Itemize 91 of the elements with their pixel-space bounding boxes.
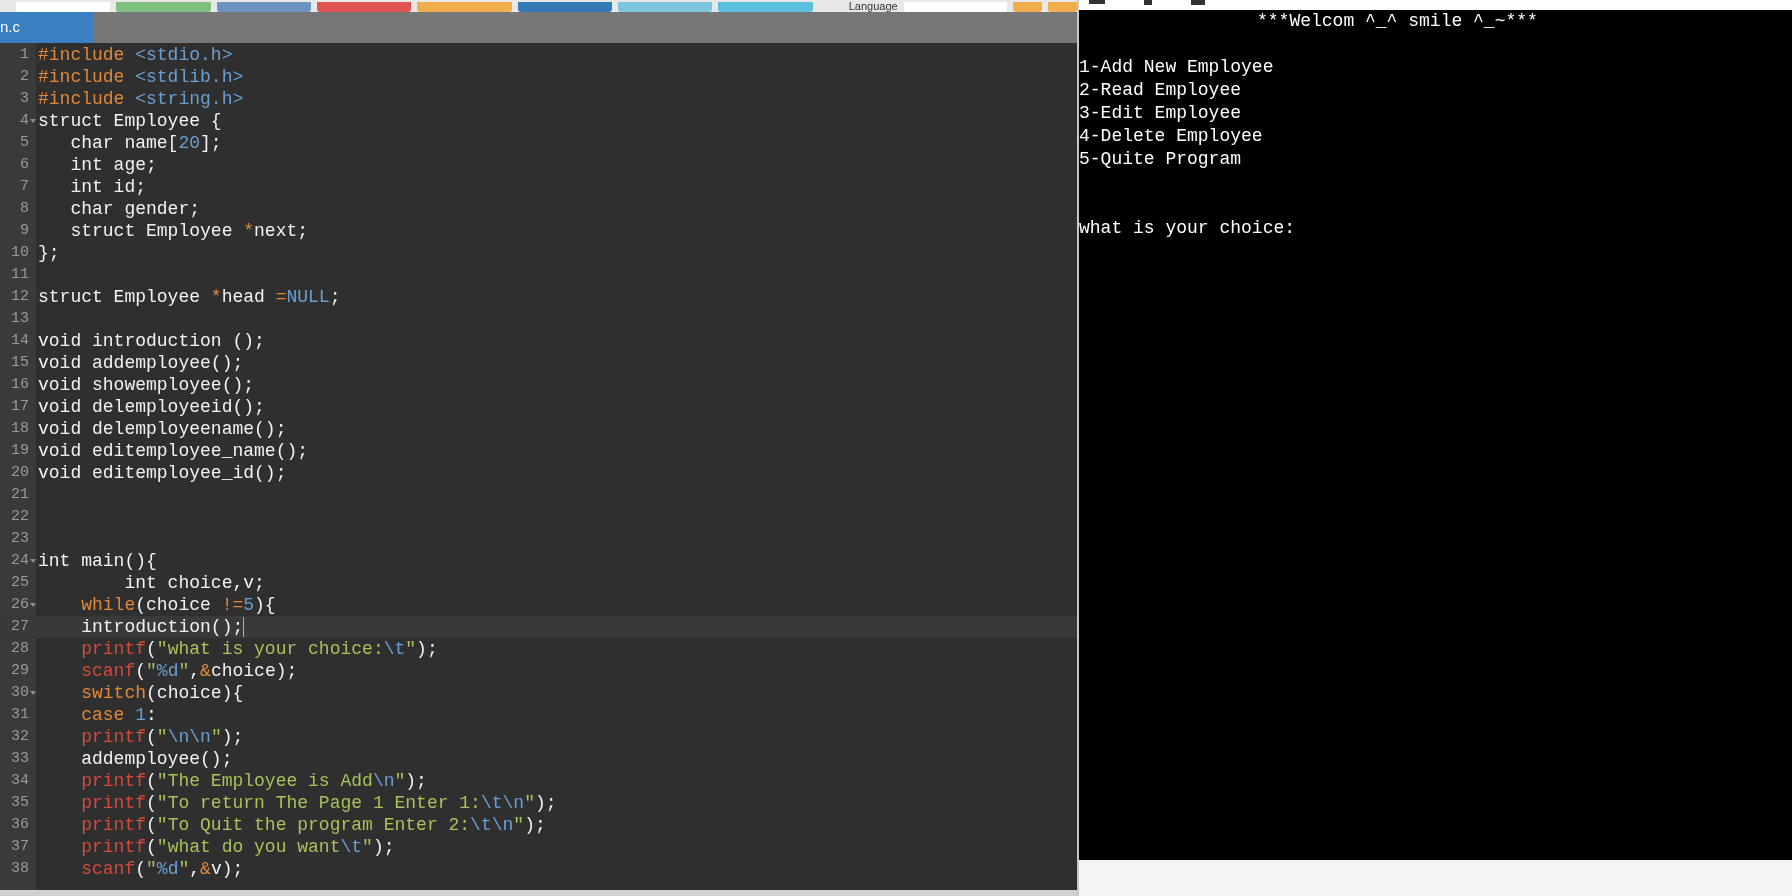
code-line: struct Employee *next;	[69, 220, 309, 242]
line-number: 29	[11, 661, 29, 681]
code-line: printf("\n\n");	[80, 726, 244, 748]
toolbar-button[interactable]	[216, 2, 312, 12]
code-line: #include <stdlib.h>	[37, 66, 244, 88]
language-select[interactable]	[903, 2, 1007, 12]
code-line: void delemployeeid();	[37, 396, 265, 418]
line-number: 14	[11, 331, 29, 351]
line-number: 6	[20, 155, 29, 175]
code-line: #include <string.h>	[37, 88, 244, 110]
line-number: 1	[20, 45, 29, 65]
code-line: void delemployeename();	[37, 418, 287, 440]
code-line: struct Employee {	[37, 110, 222, 132]
line-number: 17	[11, 397, 29, 417]
line-number: 35	[11, 793, 29, 813]
code-line: void addemployee();	[37, 352, 244, 374]
line-number: 20	[11, 463, 29, 483]
line-number: 34	[11, 771, 29, 791]
line-number: 3	[20, 89, 29, 109]
line-number: 38	[11, 859, 29, 879]
text-cursor	[243, 617, 245, 637]
line-number: 13	[11, 309, 29, 329]
code-line: int main(){	[37, 550, 157, 572]
line-number: 21	[11, 485, 29, 505]
line-number: 23	[11, 529, 29, 549]
code-line: struct Employee *head =NULL;	[37, 286, 341, 308]
line-number: 8	[20, 199, 29, 219]
line-number: 32	[11, 727, 29, 747]
console-menu-line: 4-Delete Employee	[1079, 125, 1264, 148]
console-menu-line: 5-Quite Program	[1079, 148, 1243, 171]
fold-arrow-icon[interactable]	[30, 691, 36, 695]
line-number: 5	[20, 133, 29, 153]
code-line: while(choice !=5){	[80, 594, 276, 616]
code-line: scanf("%d",&v);	[80, 858, 244, 880]
code-line: int id;	[69, 176, 147, 198]
line-number: 12	[11, 287, 29, 307]
fold-arrow-icon[interactable]	[30, 119, 36, 123]
line-number: 27	[11, 617, 29, 637]
code-line: printf("what is your choice:\t");	[80, 638, 438, 660]
line-number: 28	[11, 639, 29, 659]
code-line: printf("To return The Page 1 Enter 1:\t\n");	[80, 792, 557, 814]
console-menu-line: 3-Edit Employee	[1079, 102, 1243, 125]
line-number: 37	[11, 837, 29, 857]
code-line: int age;	[69, 154, 157, 176]
line-number: 2	[20, 67, 29, 87]
line-number: 7	[20, 177, 29, 197]
code-line: printf("To Quit the program Enter 2:\t\n");	[80, 814, 546, 836]
code-line: char name[20];	[69, 132, 222, 154]
code-line: introduction();	[80, 616, 244, 638]
line-number: 33	[11, 749, 29, 769]
code-line: printf("The Employee is Add\n");	[80, 770, 427, 792]
line-number: 22	[11, 507, 29, 527]
line-number: 16	[11, 375, 29, 395]
line-number: 26	[11, 595, 29, 615]
line-number: 25	[11, 573, 29, 593]
fold-arrow-icon[interactable]	[30, 603, 36, 607]
code-line: };	[37, 242, 60, 264]
line-number: 36	[11, 815, 29, 835]
code-line: #include <stdio.h>	[37, 44, 233, 66]
code-line: addemployee();	[80, 748, 233, 770]
line-number: 15	[11, 353, 29, 373]
toolbar-icon-button[interactable]	[1047, 2, 1077, 12]
code-line: int choice,v;	[123, 572, 265, 594]
code-line: char gender;	[69, 198, 201, 220]
line-number: 18	[11, 419, 29, 439]
line-number: 24	[11, 551, 29, 571]
toolbar-button[interactable]	[517, 2, 613, 12]
line-number: 4	[20, 111, 29, 131]
toolbar-icon-button[interactable]	[1012, 2, 1042, 12]
console-header: ***Welcom ^_^ smile ^_~***	[1256, 10, 1539, 33]
line-number: 11	[11, 265, 29, 285]
code-line: void introduction ();	[37, 330, 265, 352]
line-number: 9	[20, 221, 29, 241]
toolbar-icon[interactable]	[1141, 0, 1155, 5]
code-line: void editemployee_name();	[37, 440, 309, 462]
line-number: 31	[11, 705, 29, 725]
code-line: case 1:	[80, 704, 157, 726]
code-line: void editemployee_id();	[37, 462, 287, 484]
code-line: scanf("%d",&choice);	[80, 660, 298, 682]
code-line: printf("what do you want\t");	[80, 836, 395, 858]
line-number: 30	[11, 683, 29, 703]
line-number: 19	[11, 441, 29, 461]
line-number: 10	[11, 243, 29, 263]
console-menu-line: 2-Read Employee	[1079, 79, 1243, 102]
console-prompt: what is your choice:	[1079, 217, 1297, 240]
console-menu-line: 1-Add New Employee	[1079, 56, 1275, 79]
code-line: switch(choice){	[80, 682, 244, 704]
file-tab[interactable]: n.c	[0, 12, 93, 43]
language-label: Language	[848, 0, 898, 12]
fold-arrow-icon[interactable]	[30, 559, 36, 563]
code-line: void showemployee();	[37, 374, 255, 396]
